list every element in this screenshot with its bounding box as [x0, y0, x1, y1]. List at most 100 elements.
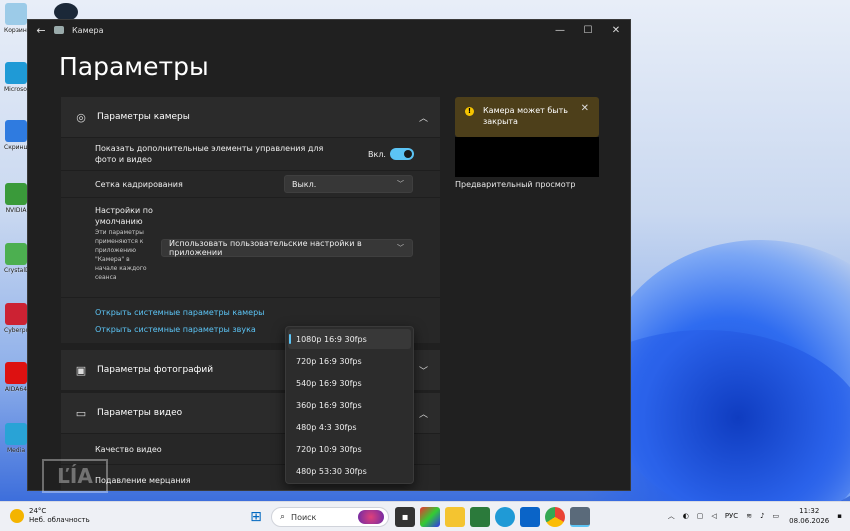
watermark-logo: ĽÍA	[42, 459, 108, 493]
start-icon[interactable]: ⊞	[246, 507, 266, 527]
outlook-icon[interactable]	[520, 507, 540, 527]
clock[interactable]: 11:32 08.06.2026	[789, 506, 829, 526]
desktop-icon[interactable]: Microsoft Edge	[4, 62, 28, 93]
image-icon: ▣	[75, 363, 87, 377]
weather-condition: Неб. облачность	[29, 516, 90, 524]
crystal-icon	[5, 243, 27, 265]
show-controls-toggle[interactable]	[390, 148, 414, 160]
preview-label: Предварительный просмотр	[455, 180, 576, 189]
task-view-icon[interactable]: ▪	[395, 507, 415, 527]
weather-widget[interactable]: 24°C Неб. облачность	[10, 507, 90, 525]
notification-icon[interactable]: ▪	[837, 512, 842, 520]
desktop-icon[interactable]: CrystalDisk	[4, 243, 28, 274]
chevron-up-icon: ︿	[418, 409, 428, 420]
video-icon: ▭	[75, 406, 87, 420]
maximize-button[interactable]: ☐	[574, 25, 602, 36]
taskbar: 24°C Неб. облачность ⊞ ⌕ Поиск ▪ ︿ ◐ ▢ ◁…	[0, 501, 850, 531]
defaults-title: Настройки по умолчанию	[95, 206, 153, 226]
nvidia-icon	[5, 183, 27, 205]
defaults-dropdown-value: Использовать пользовательские настройки …	[169, 239, 362, 257]
camera-settings-header[interactable]: ◎ Параметры камеры ︿	[61, 97, 440, 137]
tray-display-icon[interactable]: ▢	[697, 512, 704, 520]
grid-label: Сетка кадрирования	[95, 179, 183, 189]
show-controls-label: Показать дополнительные элементы управле…	[95, 144, 324, 164]
defaults-dropdown[interactable]: Использовать пользовательские настройки …	[161, 239, 413, 257]
taskbar-search[interactable]: ⌕ Поиск	[271, 507, 389, 527]
title-bar: ← Камера — ☐ ✕	[28, 20, 630, 40]
file-explorer-icon[interactable]	[445, 507, 465, 527]
resolution-option[interactable]: 480p 4:3 30fps	[288, 417, 411, 437]
desktop-icon[interactable]: AIDA64	[4, 362, 28, 393]
camera-taskbar-icon[interactable]	[570, 507, 590, 527]
taskbar-apps: ⊞ ⌕ Поиск ▪	[246, 507, 595, 527]
chrome-icon[interactable]	[545, 507, 565, 527]
notice-message: Камера может быть закрыта	[483, 106, 568, 126]
desktop-icon-label: Media	[6, 447, 26, 454]
grid-dropdown[interactable]: Выкл. ﹀	[284, 175, 413, 193]
camera-blocked-notice: ! Камера может быть закрыта ✕	[455, 97, 599, 137]
chevron-down-icon: ﹀	[397, 244, 404, 252]
video-settings-title: Параметры видео	[97, 408, 183, 418]
defaults-description: Эти параметры применяются к приложению "…	[95, 229, 147, 281]
resolution-option[interactable]: 540p 16:9 30fps	[288, 373, 411, 393]
desktop-icon-label: CrystalDisk	[4, 267, 28, 274]
camera-settings-section: ◎ Параметры камеры ︿ Показать дополнител…	[61, 97, 440, 343]
desktop-icon[interactable]: Корзина	[4, 3, 28, 34]
grid-row: Сетка кадрирования Выкл. ﹀	[61, 170, 440, 197]
volume-icon[interactable]: ♪	[760, 512, 764, 520]
aida-icon	[5, 362, 27, 384]
warning-icon: !	[465, 107, 474, 116]
tray-app-icon[interactable]: ◐	[683, 512, 689, 520]
desktop-icon-label: AIDA64	[4, 386, 28, 393]
widgets-icon[interactable]	[420, 507, 440, 527]
chevron-down-icon: ﹀	[397, 180, 404, 188]
flicker-label: Подавление мерцания	[95, 475, 191, 485]
desktop-icon[interactable]: Cyberpunk	[4, 303, 28, 334]
resolution-option[interactable]: 480p 53:30 30fps	[288, 461, 411, 481]
resolution-option[interactable]: 720p 16:9 30fps	[288, 351, 411, 371]
language-indicator[interactable]: РУС	[725, 512, 738, 520]
resolution-option[interactable]: 360p 16:9 30fps	[288, 395, 411, 415]
page-title: Параметры	[59, 52, 209, 81]
system-tray: ︿ ◐ ▢ ◁ РУС ≋ ♪ ▭ 11:32 08.06.2026 ▪	[660, 506, 842, 526]
store-icon[interactable]	[470, 507, 490, 527]
desktop-icon-label: Microsoft Edge	[4, 86, 28, 93]
weather-icon	[10, 509, 24, 523]
search-icon: ⌕	[280, 512, 286, 522]
chevron-down-icon: ﹀	[418, 366, 428, 377]
resolution-option[interactable]: 1080p 16:9 30fps	[288, 329, 411, 349]
desktop-icon[interactable]: NVIDIA	[4, 183, 28, 214]
camera-icon: ◎	[76, 110, 86, 124]
back-button[interactable]: ←	[28, 24, 54, 37]
search-placeholder: Поиск	[291, 512, 317, 522]
desktop-icon-label: NVIDIA	[5, 207, 27, 214]
camera-app-icon	[54, 26, 64, 34]
show-controls-state: Вкл.	[368, 149, 386, 159]
close-button[interactable]: ✕	[602, 25, 630, 36]
camera-system-settings-link[interactable]: Открыть системные параметры камеры	[95, 308, 264, 317]
sound-system-settings-link[interactable]: Открыть системные параметры звука	[95, 325, 256, 334]
desktop-icon-label: Скриншот	[4, 144, 28, 151]
battery-icon[interactable]: ▭	[773, 512, 780, 520]
notice-close-button[interactable]: ✕	[581, 103, 589, 114]
minimize-button[interactable]: —	[546, 25, 574, 36]
edge-icon[interactable]	[495, 507, 515, 527]
recycle-bin-icon	[5, 3, 27, 25]
edge-icon	[5, 62, 27, 84]
resolution-option[interactable]: 720p 10:9 30fps	[288, 439, 411, 459]
snip-icon	[5, 120, 27, 142]
video-quality-label: Качество видео	[95, 444, 162, 454]
defaults-row: Настройки по умолчанию Эти параметры при…	[61, 197, 440, 297]
clock-date: 08.06.2026	[789, 517, 830, 525]
tray-speaker-icon[interactable]: ◁	[711, 512, 716, 520]
desktop-icon[interactable]: Скриншот	[4, 120, 28, 151]
grid-dropdown-value: Выкл.	[292, 179, 317, 189]
tray-chevron-icon[interactable]: ︿	[668, 511, 675, 521]
window-title: Камера	[72, 25, 104, 35]
desktop-icon-label: Cyberpunk	[4, 327, 28, 334]
show-controls-row: Показать дополнительные элементы управле…	[61, 137, 440, 170]
video-quality-popup: 1080p 16:9 30fps 720p 16:9 30fps 540p 16:9…	[285, 326, 414, 484]
wifi-icon[interactable]: ≋	[746, 512, 752, 520]
desktop-icon[interactable]: Media	[4, 423, 28, 454]
game-icon	[5, 303, 27, 325]
